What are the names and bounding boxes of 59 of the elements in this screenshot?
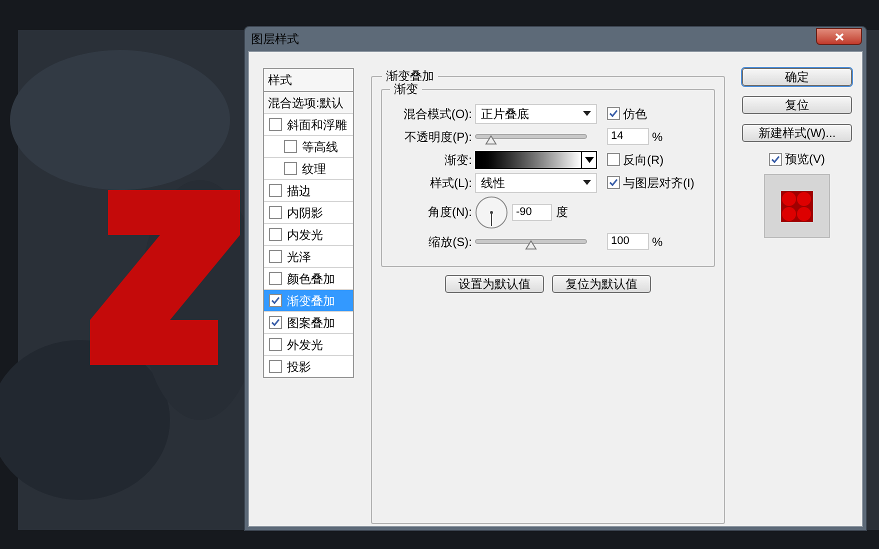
dialog-button[interactable]: 复位为默认值: [552, 275, 651, 293]
opacity-field[interactable]: 14: [607, 128, 649, 145]
caret-icon: [584, 156, 594, 162]
preview-swatch-icon: [781, 190, 813, 222]
check-icon: [609, 178, 618, 187]
gradient-picker[interactable]: [475, 150, 597, 168]
checkbox[interactable]: [769, 152, 782, 166]
dialog-button[interactable]: 新建样式(W)...: [742, 124, 852, 142]
dialog-button[interactable]: 设置为默认值: [445, 275, 544, 293]
close-icon: [834, 32, 844, 40]
close-button[interactable]: [816, 28, 862, 45]
caret-icon: [583, 180, 591, 185]
checkbox[interactable]: [269, 360, 282, 373]
checkbox[interactable]: [607, 107, 620, 120]
checkbox[interactable]: [269, 272, 282, 285]
style-dropdown[interactable]: 线性: [475, 172, 597, 192]
checkbox[interactable]: [269, 338, 282, 351]
checkbox[interactable]: [284, 162, 297, 175]
angle-dial[interactable]: [475, 196, 508, 228]
checkbox[interactable]: [269, 228, 282, 241]
checkbox[interactable]: [269, 118, 282, 131]
check-icon: [271, 318, 280, 327]
dialog-button[interactable]: 确定: [742, 68, 852, 86]
checkbox[interactable]: [607, 176, 620, 189]
checkbox[interactable]: [269, 294, 282, 307]
field-label: 样式(L):: [429, 174, 473, 192]
unit-label: %: [652, 128, 663, 146]
checkbox[interactable]: [269, 250, 282, 263]
field-label: 渐变:: [444, 152, 473, 168]
panel-title: 渐变叠加: [382, 68, 438, 84]
checkbox-label: 仿色: [623, 106, 647, 122]
unit-label: %: [652, 234, 663, 250]
angle-field[interactable]: -90: [512, 204, 552, 220]
checkbox-label: 与图层对齐(I): [623, 174, 694, 192]
checkbox[interactable]: [607, 153, 620, 166]
group-title: 渐变: [390, 81, 422, 97]
checkbox[interactable]: [269, 206, 282, 219]
field-label: 缩放(S):: [428, 234, 473, 250]
checkbox-label: 反向(R): [623, 152, 664, 168]
list-header: 混合选项:默认: [264, 91, 353, 113]
slider-thumb[interactable]: [525, 240, 537, 250]
check-icon: [271, 296, 280, 305]
slider-thumb[interactable]: [485, 135, 498, 145]
checkbox[interactable]: [284, 140, 297, 153]
dialog-button[interactable]: 复位: [742, 96, 852, 114]
caret-icon: [583, 111, 591, 116]
field-label: 混合模式(O):: [402, 106, 473, 122]
blend-mode-dropdown[interactable]: 正片叠底: [475, 104, 597, 124]
scale-field[interactable]: 100: [607, 233, 649, 250]
list-header: 样式: [264, 69, 353, 91]
checkbox[interactable]: [269, 184, 282, 197]
checkbox[interactable]: [269, 316, 282, 329]
field-label: 不透明度(P):: [404, 128, 473, 146]
check-icon: [771, 154, 780, 164]
window-title: 图层样式: [251, 31, 299, 48]
check-icon: [609, 109, 618, 118]
checkbox-label: 预览(V): [785, 151, 825, 168]
unit-label: 度: [556, 204, 568, 221]
field-label: 角度(N):: [427, 204, 473, 221]
